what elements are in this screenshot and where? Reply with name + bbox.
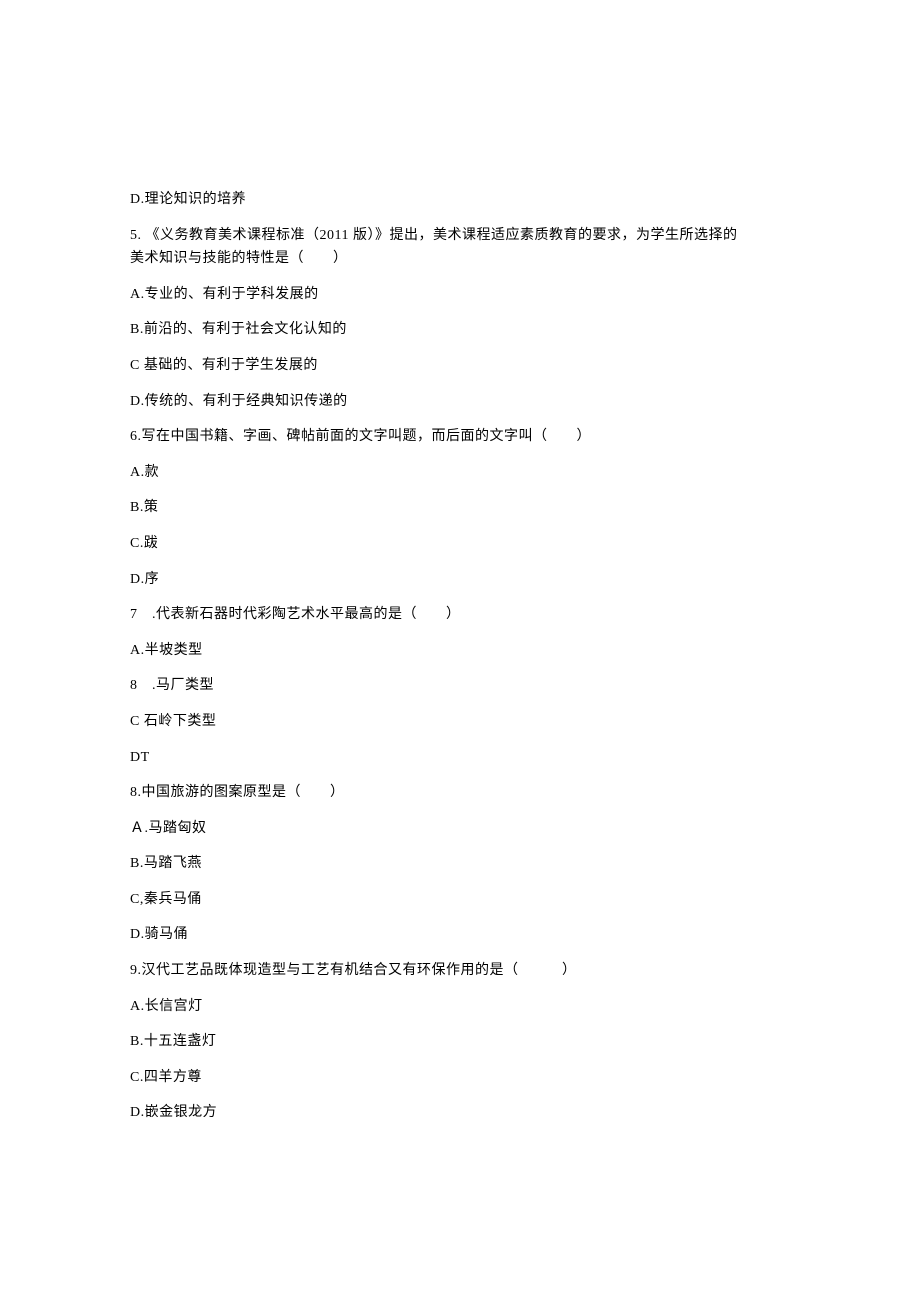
q6-option-b: B.策 (130, 498, 780, 518)
q8-option-d: D.骑马俑 (130, 925, 780, 945)
q5-option-c: C 基础的、有利于学生发展的 (130, 356, 780, 376)
question-8: 8.中国旅游的图案原型是（ ） (130, 783, 780, 803)
q7-option-c: C 石岭下类型 (130, 712, 780, 732)
q8-option-c: C,秦兵马俑 (130, 890, 780, 910)
q7-option-d: DT (130, 748, 780, 768)
question-5: 5. 《义务教育美术课程标准（2011 版）》提出，美术课程适应素质教育的要求，… (130, 226, 780, 269)
question-5-line2: 美术知识与技能的特性是（ ） (130, 249, 780, 269)
q5-option-b: B.前沿的、有利于社会文化认知的 (130, 320, 780, 340)
question-9: 9.汉代工艺品既体现造型与工艺有机结合又有环保作用的是（ ） (130, 961, 780, 981)
q6-option-c: C.跋 (130, 534, 780, 554)
question-7: 7 .代表新石器时代彩陶艺术水平最高的是（ ） (130, 605, 780, 625)
q5-option-d: D.传统的、有利于经典知识传递的 (130, 392, 780, 412)
q8-option-b: B.马踏飞燕 (130, 854, 780, 874)
q9-option-c: C.四羊方尊 (130, 1068, 780, 1088)
q6-option-d: D.序 (130, 570, 780, 590)
q6-option-a: A.款 (130, 463, 780, 483)
option-d: D.理论知识的培养 (130, 190, 780, 210)
q8-option-a: Ａ.马踏匈奴 (130, 819, 780, 839)
q9-option-d: D.嵌金银龙方 (130, 1103, 780, 1123)
q7-option-b: 8 .马厂类型 (130, 676, 780, 696)
document-page: D.理论知识的培养 5. 《义务教育美术课程标准（2011 版）》提出，美术课程… (0, 0, 920, 1301)
q7-option-a: A.半坡类型 (130, 641, 780, 661)
q9-option-b: B.十五连盏灯 (130, 1032, 780, 1052)
q9-option-a: A.长信宫灯 (130, 997, 780, 1017)
q5-option-a: A.专业的、有利于学科发展的 (130, 285, 780, 305)
question-5-line1: 5. 《义务教育美术课程标准（2011 版）》提出，美术课程适应素质教育的要求，… (130, 226, 780, 246)
question-6: 6.写在中国书籍、字画、碑帖前面的文字叫题，而后面的文字叫（ ） (130, 427, 780, 447)
